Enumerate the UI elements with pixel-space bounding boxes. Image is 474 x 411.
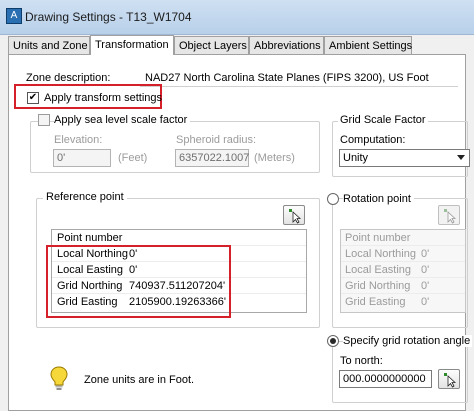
tab-units-and-zone[interactable]: Units and Zone: [8, 36, 90, 54]
zone-units-message: Zone units are in Foot.: [84, 374, 195, 386]
table-header-point-number: Point number: [57, 232, 123, 244]
pick-point-icon: [289, 209, 302, 224]
rotation-pick-point-button[interactable]: [438, 205, 460, 225]
to-north-input[interactable]: 000.0000000000: [339, 370, 432, 388]
row-name: Grid Easting: [345, 296, 406, 308]
spheroid-radius-unit: (Meters): [254, 152, 295, 164]
sea-level-checkbox[interactable]: [38, 114, 50, 126]
row-name: Grid Northing: [345, 280, 411, 292]
tab-object-layers[interactable]: Object Layers: [174, 36, 249, 54]
grid-rotation-label: Specify grid rotation angle: [343, 335, 473, 347]
table-row: Grid Easting 0': [341, 294, 465, 310]
row-value: 0': [421, 280, 430, 292]
spheroid-radius-label: Spheroid radius:: [176, 134, 257, 146]
window-title: Drawing Settings - T13_W1704: [25, 10, 192, 24]
to-north-label: To north:: [340, 355, 383, 367]
table-row: Grid Northing 0': [341, 278, 465, 294]
tab-abbreviations[interactable]: Abbreviations: [249, 36, 324, 54]
reference-pick-point-button[interactable]: [283, 205, 305, 225]
row-name: Local Northing: [345, 248, 416, 260]
rotation-point-table: Point number Local Northing 0' Local Eas…: [340, 229, 466, 313]
table-row: Point number: [341, 230, 465, 246]
rotation-point-radio[interactable]: [327, 193, 339, 205]
computation-label: Computation:: [340, 134, 406, 146]
title-bar: A Drawing Settings - T13_W1704: [0, 0, 474, 35]
sea-level-label: Apply sea level scale factor: [54, 114, 191, 126]
chevron-down-icon: [457, 155, 465, 160]
tab-ambient-settings[interactable]: Ambient Settings: [324, 36, 412, 54]
spheroid-radius-input[interactable]: 6357022.1007: [175, 149, 249, 167]
highlight-reference-values: [46, 245, 231, 318]
row-value: 0': [421, 296, 430, 308]
pick-point-icon: [444, 373, 457, 388]
row-value: 0': [421, 248, 430, 260]
zone-description-value: NAD27 North Carolina State Planes (FIPS …: [145, 72, 429, 84]
table-row: Local Northing 0': [341, 246, 465, 262]
rotation-point-label: Rotation point: [343, 193, 414, 205]
pick-point-icon: [444, 209, 457, 224]
app-icon: A: [6, 8, 22, 24]
table-row: Local Easting 0': [341, 262, 465, 278]
elevation-input[interactable]: 0': [53, 149, 111, 167]
elevation-label: Elevation:: [54, 134, 103, 146]
computation-value: Unity: [343, 152, 369, 164]
table-header-point-number: Point number: [345, 232, 411, 244]
row-name: Local Easting: [345, 264, 412, 276]
elevation-unit: (Feet): [118, 152, 148, 164]
table-row: Point number: [52, 230, 306, 246]
reference-point-title: Reference point: [43, 191, 127, 203]
computation-dropdown[interactable]: Unity: [339, 149, 470, 167]
grid-rotation-radio[interactable]: [327, 335, 339, 347]
apply-transform-checkbox[interactable]: ✔: [27, 92, 39, 104]
apply-transform-label: Apply transform settings: [44, 92, 162, 104]
row-value: 0': [421, 264, 430, 276]
tab-transformation[interactable]: Transformation: [90, 35, 174, 55]
lightbulb-icon: [48, 365, 70, 391]
zone-description-label: Zone description:: [26, 72, 111, 84]
zone-divider: [140, 86, 458, 87]
grid-scale-title: Grid Scale Factor: [338, 114, 428, 126]
to-north-pick-button[interactable]: [438, 369, 460, 389]
